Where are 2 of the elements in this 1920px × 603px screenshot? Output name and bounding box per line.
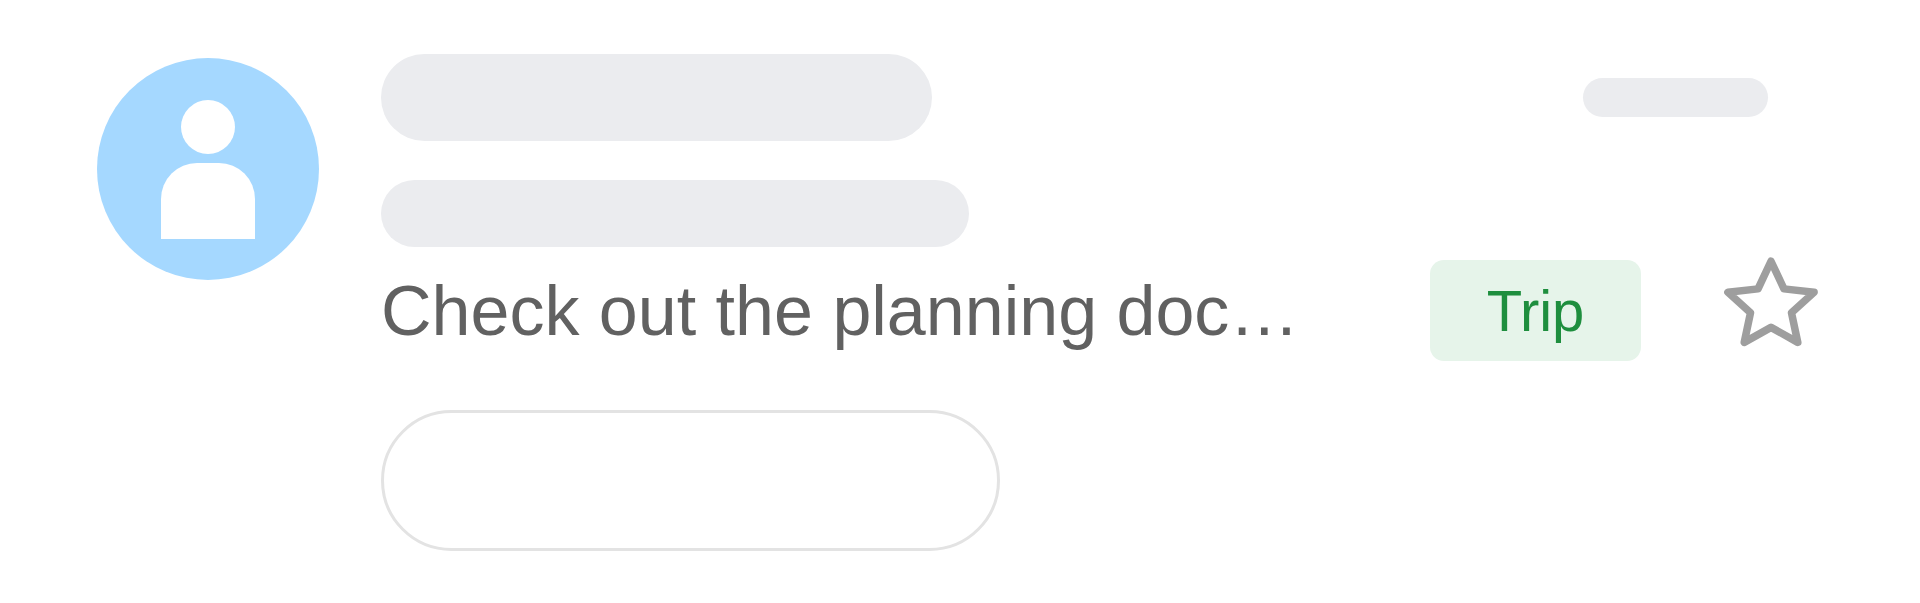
person-icon	[161, 99, 255, 239]
label-chip: Trip	[1430, 260, 1641, 361]
